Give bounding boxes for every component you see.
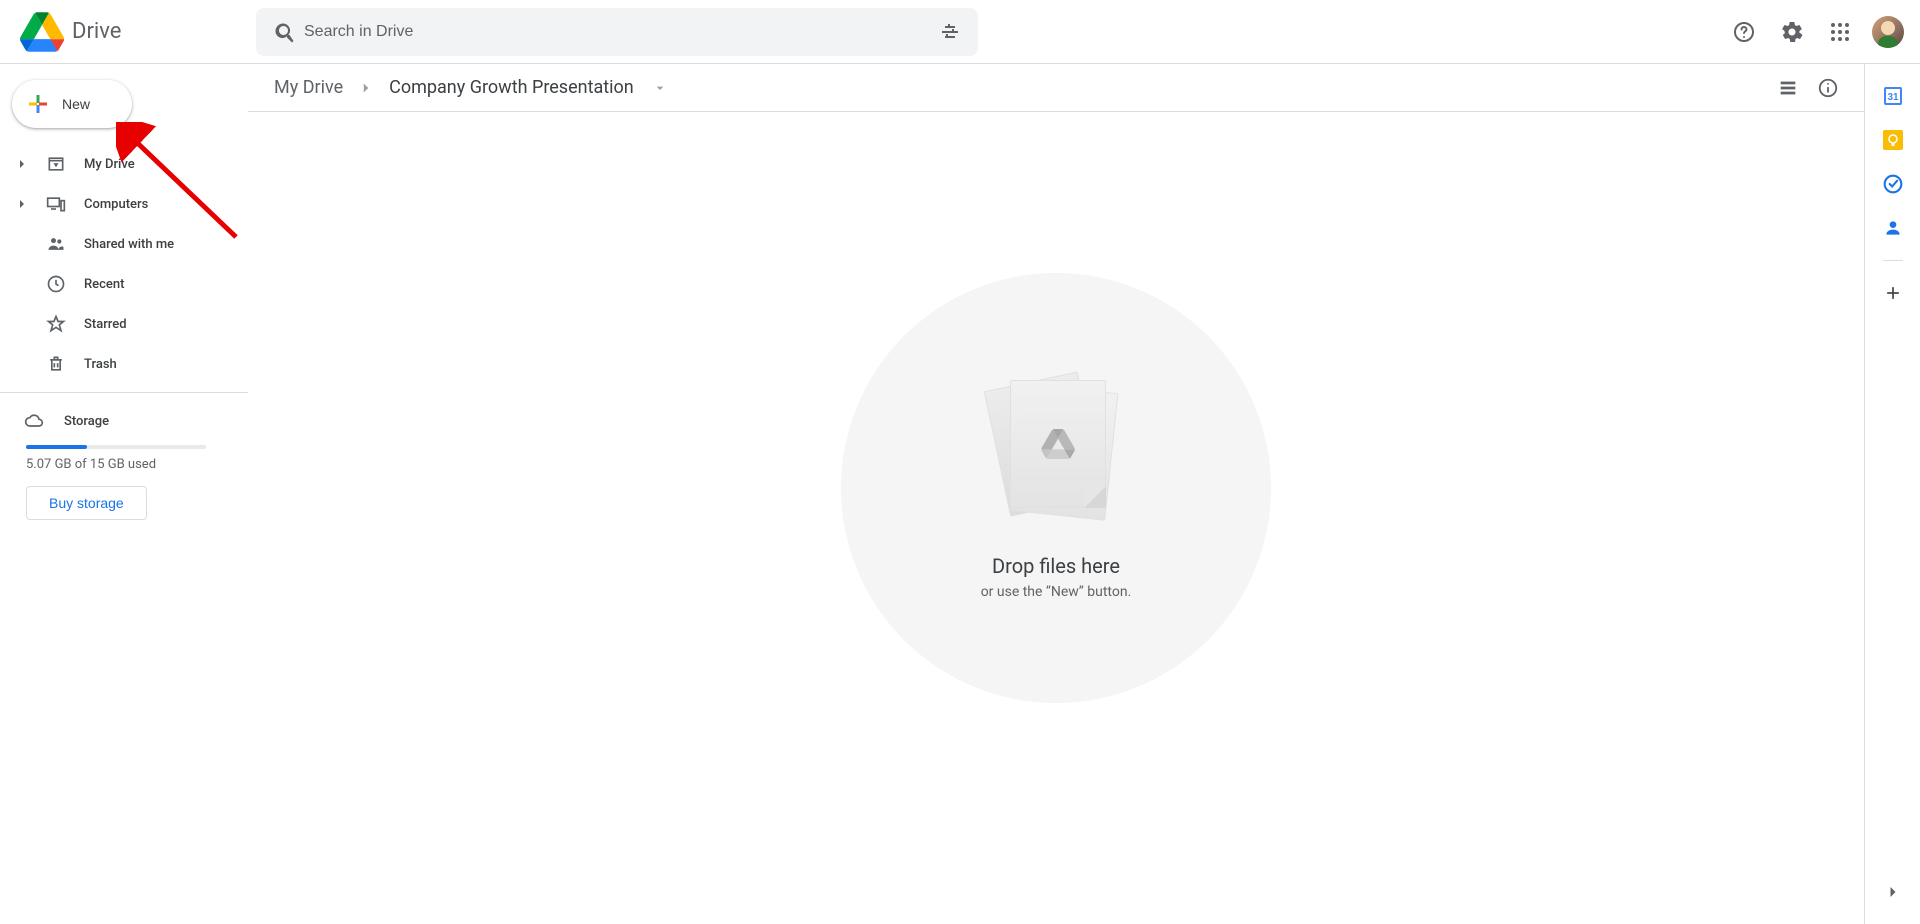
- toolbar: My Drive Company Growth Presentation: [248, 64, 1864, 112]
- empty-subtitle: or use the “New” button.: [981, 584, 1132, 600]
- app-title: Drive: [72, 19, 121, 44]
- storage-label: Storage: [64, 414, 109, 429]
- divider: [1883, 260, 1903, 261]
- cloud-icon: [24, 411, 44, 431]
- search-bar[interactable]: [256, 8, 978, 56]
- sidebar-item-label: Recent: [84, 277, 124, 292]
- keep-app-icon[interactable]: [1873, 120, 1913, 160]
- header: Drive: [0, 0, 1920, 64]
- sidebar-item-trash[interactable]: Trash: [0, 344, 236, 384]
- sidebar-item-my-drive[interactable]: My Drive: [0, 144, 236, 184]
- expand-caret-icon[interactable]: [16, 198, 28, 210]
- sidebar-item-shared[interactable]: Shared with me: [0, 224, 236, 264]
- trash-icon: [46, 354, 66, 374]
- add-app-icon[interactable]: [1873, 273, 1913, 313]
- chevron-right-icon: [357, 79, 375, 97]
- sidebar-item-label: Trash: [84, 357, 117, 372]
- sidebar-item-label: My Drive: [84, 157, 135, 172]
- header-actions: [1724, 12, 1912, 52]
- sidebar-item-storage[interactable]: Storage: [24, 401, 228, 441]
- sidebar-item-starred[interactable]: Starred: [0, 304, 236, 344]
- sidebar-item-recent[interactable]: Recent: [0, 264, 236, 304]
- sidebar-item-label: Starred: [84, 317, 127, 332]
- shared-icon: [46, 234, 66, 254]
- svg-text:31: 31: [1887, 92, 1899, 103]
- search-options-icon[interactable]: [930, 12, 970, 52]
- documents-illustration: [986, 376, 1126, 536]
- sidebar-item-label: Computers: [84, 197, 148, 212]
- sidebar-item-computers[interactable]: Computers: [0, 184, 236, 224]
- contacts-app-icon[interactable]: [1873, 208, 1913, 248]
- account-avatar[interactable]: [1872, 16, 1904, 48]
- calendar-app-icon[interactable]: 31: [1873, 76, 1913, 116]
- content-area[interactable]: Drop files here or use the “New” button.: [248, 112, 1864, 924]
- sidebar-item-label: Shared with me: [84, 237, 174, 252]
- drive-folder-icon: [46, 154, 66, 174]
- main: My Drive Company Growth Presentation: [248, 64, 1864, 924]
- breadcrumb-root[interactable]: My Drive: [268, 73, 349, 102]
- breadcrumb-current[interactable]: Company Growth Presentation: [383, 73, 640, 102]
- storage-used-text: 5.07 GB of 15 GB used: [26, 457, 228, 472]
- storage-progress: [26, 445, 206, 449]
- search-icon[interactable]: [264, 12, 304, 52]
- details-icon[interactable]: [1808, 68, 1848, 108]
- empty-state: Drop files here or use the “New” button.: [841, 273, 1271, 703]
- search-input[interactable]: [304, 23, 930, 41]
- expand-caret-icon[interactable]: [16, 158, 28, 170]
- star-icon: [46, 314, 66, 334]
- storage-progress-fill: [26, 445, 87, 449]
- apps-icon[interactable]: [1820, 12, 1860, 52]
- settings-icon[interactable]: [1772, 12, 1812, 52]
- breadcrumb: My Drive Company Growth Presentation: [268, 73, 668, 102]
- sidebar: New My Drive Computers Shared with me: [0, 64, 248, 924]
- divider: [0, 392, 248, 393]
- drive-logo-icon: [20, 12, 64, 52]
- side-panel: 31: [1864, 64, 1920, 924]
- collapse-panel-icon[interactable]: [1873, 872, 1913, 912]
- tasks-app-icon[interactable]: [1873, 164, 1913, 204]
- new-button[interactable]: New: [12, 80, 132, 128]
- help-icon[interactable]: [1724, 12, 1764, 52]
- plus-icon: [26, 92, 50, 116]
- buy-storage-button[interactable]: Buy storage: [26, 486, 147, 520]
- logo-area[interactable]: Drive: [8, 12, 256, 52]
- breadcrumb-dropdown-icon[interactable]: [652, 80, 668, 96]
- empty-title: Drop files here: [992, 554, 1120, 578]
- new-button-label: New: [62, 96, 90, 112]
- clock-icon: [46, 274, 66, 294]
- computers-icon: [46, 194, 66, 214]
- view-list-icon[interactable]: [1768, 68, 1808, 108]
